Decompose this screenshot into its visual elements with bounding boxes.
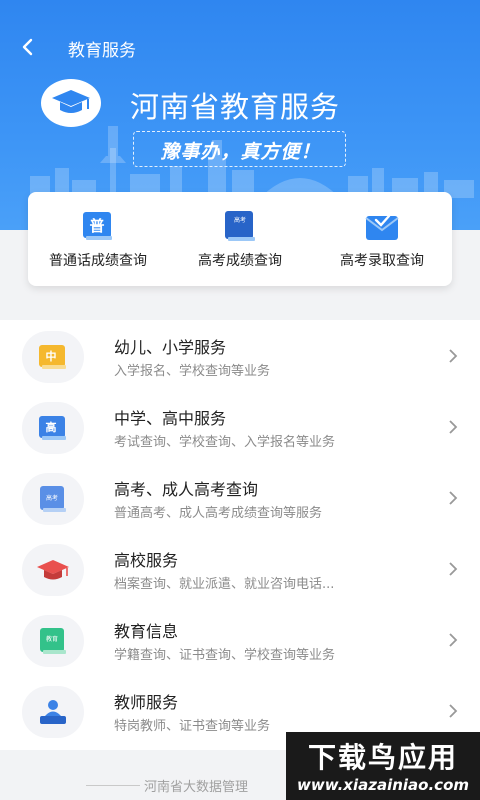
gaokao-book-icon: 高考 bbox=[225, 211, 255, 241]
item-subtitle: 特岗教师、证书查询等业务 bbox=[114, 719, 271, 734]
chevron-right-icon bbox=[449, 562, 458, 576]
quick-label: 普通话成绩查询 bbox=[49, 253, 147, 269]
item-subtitle: 普通高考、成人高考成绩查询等服务 bbox=[114, 506, 323, 521]
footer-text: 河南省大数据管理 bbox=[144, 780, 249, 795]
putonghua-book-icon: 普 bbox=[83, 212, 112, 240]
item-subtitle: 学籍查询、证书查询、学校查询等业务 bbox=[114, 648, 336, 663]
list-item-university[interactable]: 高校服务 档案查询、就业派遣、就业咨询电话... bbox=[0, 533, 480, 605]
teacher-podium-icon bbox=[40, 700, 66, 724]
chevron-right-icon bbox=[449, 704, 458, 718]
quick-label: 高考成绩查询 bbox=[198, 253, 282, 269]
quick-putonghua-score[interactable]: 普 普通话成绩查询 bbox=[28, 192, 168, 286]
service-list: 中 幼儿、小学服务 入学报名、学校查询等业务 高 中学、高中服务 考试查询、学校… bbox=[0, 320, 480, 750]
svg-text:普: 普 bbox=[89, 217, 104, 235]
chevron-right-icon bbox=[449, 349, 458, 363]
page-title: 教育服务 bbox=[68, 41, 136, 61]
svg-text:中: 中 bbox=[46, 349, 57, 363]
watermark-brand: 下载鸟应用 bbox=[307, 741, 458, 774]
item-title: 中学、高中服务 bbox=[114, 409, 227, 428]
chevron-right-icon bbox=[449, 491, 458, 505]
svg-text:高考: 高考 bbox=[234, 216, 246, 224]
item-title: 高考、成人高考查询 bbox=[114, 480, 259, 499]
item-title: 高校服务 bbox=[114, 551, 179, 570]
chevron-right-icon bbox=[449, 633, 458, 647]
quick-gaokao-admission[interactable]: 高考录取查询 bbox=[312, 192, 452, 286]
chevron-right-icon bbox=[449, 420, 458, 434]
item-title: 幼儿、小学服务 bbox=[114, 338, 227, 357]
list-item-education-info[interactable]: 教育 教育信息 学籍查询、证书查询、学校查询等业务 bbox=[0, 604, 480, 676]
item-title: 教师服务 bbox=[114, 693, 179, 712]
slogan-text: 豫事办，真方便！ bbox=[160, 141, 321, 163]
item-title: 教育信息 bbox=[114, 622, 179, 641]
high-school-book-icon: 高 bbox=[39, 416, 66, 440]
list-item-gaokao[interactable]: 高考 高考、成人高考查询 普通高考、成人高考成绩查询等服务 bbox=[0, 462, 480, 534]
svg-text:高: 高 bbox=[46, 420, 57, 434]
footer-divider bbox=[86, 785, 140, 786]
graduation-cap-icon bbox=[41, 79, 101, 127]
quick-gaokao-score[interactable]: 高考 高考成绩查询 bbox=[170, 192, 310, 286]
chevron-left-icon[interactable] bbox=[14, 32, 44, 62]
admission-envelope-icon bbox=[365, 214, 399, 240]
watermark-url: www.xiazainiao.com bbox=[296, 776, 470, 794]
slogan-box: 豫事办，真方便！ bbox=[133, 131, 346, 167]
item-subtitle: 考试查询、学校查询、入学报名等业务 bbox=[114, 435, 336, 450]
svg-text:高考: 高考 bbox=[46, 494, 58, 502]
nav-bar: 教育服务 bbox=[0, 30, 480, 66]
exam-book-icon: 高考 bbox=[40, 486, 66, 512]
watermark: 下载鸟应用 www.xiazainiao.com bbox=[286, 732, 480, 800]
primary-school-book-icon: 中 bbox=[39, 345, 66, 369]
list-item-primary-school[interactable]: 中 幼儿、小学服务 入学报名、学校查询等业务 bbox=[0, 320, 480, 392]
quick-query-card: 普 普通话成绩查询 高考 高考成绩查询 高考录取查询 bbox=[28, 192, 452, 286]
education-book-icon: 教育 bbox=[40, 628, 66, 654]
item-subtitle: 档案查询、就业派遣、就业咨询电话... bbox=[114, 577, 335, 592]
quick-label: 高考录取查询 bbox=[340, 253, 424, 269]
svg-text:教育: 教育 bbox=[46, 635, 58, 643]
list-item-high-school[interactable]: 高 中学、高中服务 考试查询、学校查询、入学报名等业务 bbox=[0, 391, 480, 463]
item-subtitle: 入学报名、学校查询等业务 bbox=[114, 364, 271, 379]
hero-title: 河南省教育服务 bbox=[130, 90, 341, 124]
graduation-cap-icon bbox=[37, 560, 69, 580]
